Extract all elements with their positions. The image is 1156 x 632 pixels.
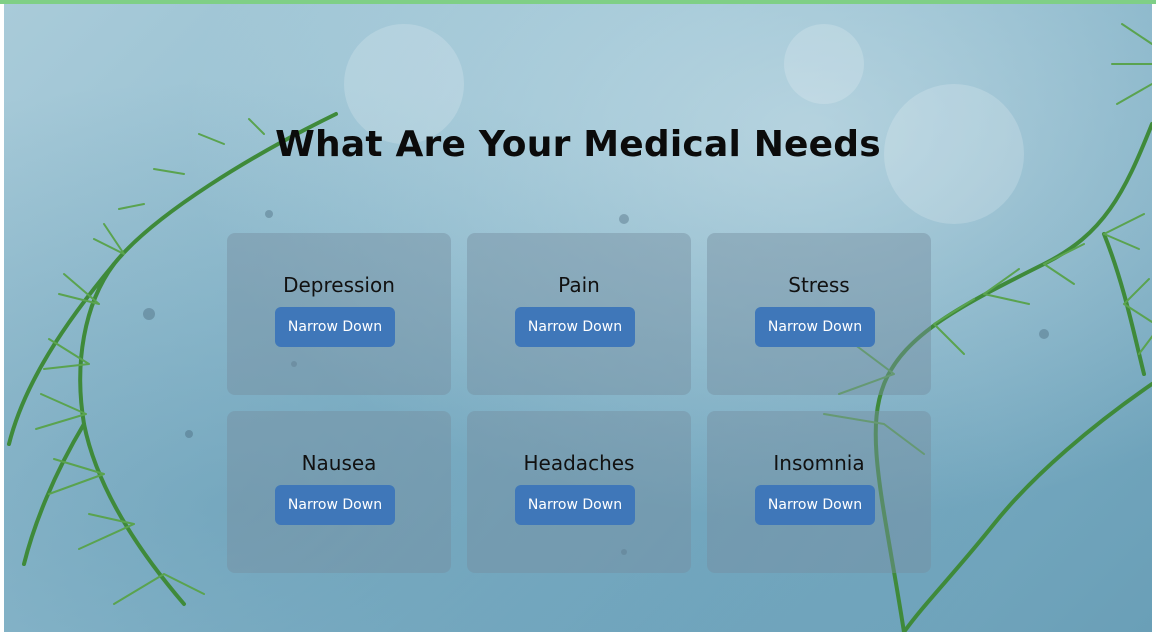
need-card-headaches: Headaches Narrow Down bbox=[467, 411, 691, 573]
need-card-nausea: Nausea Narrow Down bbox=[227, 411, 451, 573]
need-card-insomnia: Insomnia Narrow Down bbox=[707, 411, 931, 573]
need-label: Nausea bbox=[301, 451, 377, 475]
narrow-down-button[interactable]: Narrow Down bbox=[275, 485, 395, 525]
need-label: Stress bbox=[788, 273, 850, 297]
need-card-depression: Depression Narrow Down bbox=[227, 233, 451, 395]
narrow-down-button[interactable]: Narrow Down bbox=[755, 307, 875, 347]
page-frame: What Are Your Medical Needs Depression N… bbox=[0, 0, 1156, 632]
need-card-stress: Stress Narrow Down bbox=[707, 233, 931, 395]
need-label: Pain bbox=[558, 273, 600, 297]
page-title: What Are Your Medical Needs bbox=[275, 124, 881, 165]
need-label: Headaches bbox=[523, 451, 635, 475]
need-label: Insomnia bbox=[773, 451, 865, 475]
medical-needs-grid: Depression Narrow Down Pain Narrow Down … bbox=[227, 233, 931, 573]
narrow-down-button[interactable]: Narrow Down bbox=[755, 485, 875, 525]
need-label: Depression bbox=[283, 273, 395, 297]
narrow-down-button[interactable]: Narrow Down bbox=[275, 307, 395, 347]
narrow-down-button[interactable]: Narrow Down bbox=[515, 307, 635, 347]
need-card-pain: Pain Narrow Down bbox=[467, 233, 691, 395]
narrow-down-button[interactable]: Narrow Down bbox=[515, 485, 635, 525]
